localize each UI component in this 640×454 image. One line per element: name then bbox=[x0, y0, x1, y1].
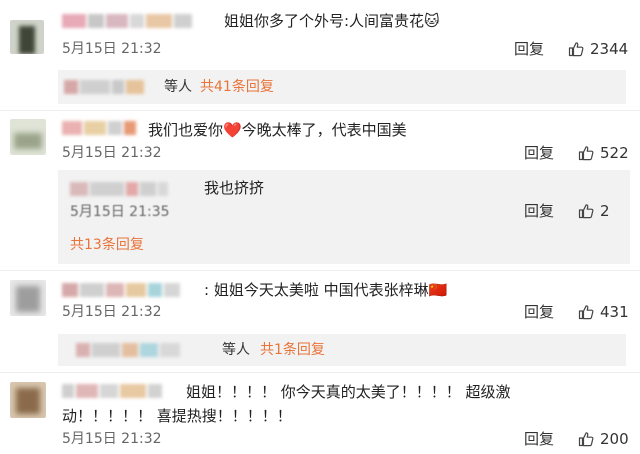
thumbs-up-icon bbox=[578, 432, 594, 447]
thumbs-up-icon bbox=[578, 146, 594, 161]
thumbs-up-icon bbox=[578, 305, 594, 320]
avatar[interactable] bbox=[10, 382, 46, 418]
view-replies-link[interactable]: 共13条回复 bbox=[70, 236, 144, 254]
view-replies-link[interactable]: 共1条回复 bbox=[260, 341, 325, 359]
like-button[interactable]: 522 bbox=[578, 143, 629, 163]
subreply-reply-button[interactable]: 回复 bbox=[524, 201, 554, 221]
subreply-text: 我也挤挤 bbox=[204, 179, 265, 197]
reply-button[interactable]: 回复 bbox=[524, 429, 554, 449]
reply-users-suffix: 等人 bbox=[164, 79, 192, 95]
like-button[interactable]: 2344 bbox=[568, 39, 628, 59]
view-replies-link[interactable]: 共41条回复 bbox=[200, 78, 274, 96]
replies-summary-box[interactable]: 等人 共1条回复 bbox=[58, 334, 626, 366]
username-blurred[interactable] bbox=[62, 283, 202, 297]
reply-users-blurred bbox=[76, 343, 216, 357]
comment-time: 5月15日 21:32 bbox=[62, 145, 162, 161]
avatar[interactable] bbox=[10, 280, 46, 316]
avatar[interactable] bbox=[10, 119, 46, 155]
thumbs-up-icon bbox=[578, 204, 594, 219]
comment-text: : 姐姐今天太美啦 中国代表张梓琳🇨🇳 bbox=[204, 281, 448, 299]
replies-summary-box[interactable]: 等人 共41条回复 bbox=[58, 70, 626, 104]
subreply-box: 我也挤挤 5月15日 21:35 回复 2 共13条回复 bbox=[58, 170, 630, 264]
reply-button[interactable]: 回复 bbox=[524, 302, 554, 322]
divider bbox=[0, 110, 640, 111]
username-blurred[interactable] bbox=[62, 384, 178, 398]
subreply-username-blurred[interactable] bbox=[70, 182, 200, 196]
divider bbox=[0, 372, 640, 373]
comment-time: 5月15日 21:32 bbox=[62, 304, 162, 320]
like-count: 522 bbox=[600, 144, 629, 162]
like-count: 200 bbox=[600, 430, 629, 448]
like-button[interactable]: 431 bbox=[578, 302, 629, 322]
comment-time: 5月15日 21:32 bbox=[62, 41, 162, 57]
username-blurred[interactable] bbox=[62, 121, 142, 135]
reply-users-blurred bbox=[64, 80, 160, 94]
comment-text-line-1: 姐姐！！！！ 你今天真的太美了！！！！ 超级激 bbox=[186, 383, 511, 401]
comment-text: 姐姐你多了个外号:人间富贵花🐱 bbox=[224, 12, 440, 30]
avatar[interactable] bbox=[10, 20, 44, 54]
like-count: 431 bbox=[600, 303, 629, 321]
reply-button[interactable]: 回复 bbox=[514, 39, 544, 59]
comment-text: 我们也爱你❤️今晚太棒了，代表中国美 bbox=[148, 121, 407, 139]
subreply-like-button[interactable]: 2 bbox=[578, 201, 610, 221]
like-count: 2344 bbox=[590, 40, 629, 58]
divider bbox=[0, 270, 640, 271]
like-button[interactable]: 200 bbox=[578, 429, 629, 449]
subreply-time: 5月15日 21:35 bbox=[70, 204, 170, 220]
thumbs-up-icon bbox=[568, 42, 584, 57]
like-count: 2 bbox=[600, 202, 610, 220]
comment-time: 5月15日 21:32 bbox=[62, 431, 162, 447]
comment-text-line-2: 动！！！！！ 喜提热搜！！！！！ bbox=[62, 407, 292, 425]
username-blurred[interactable] bbox=[62, 14, 212, 28]
reply-users-suffix: 等人 bbox=[222, 342, 250, 358]
reply-button[interactable]: 回复 bbox=[524, 143, 554, 163]
